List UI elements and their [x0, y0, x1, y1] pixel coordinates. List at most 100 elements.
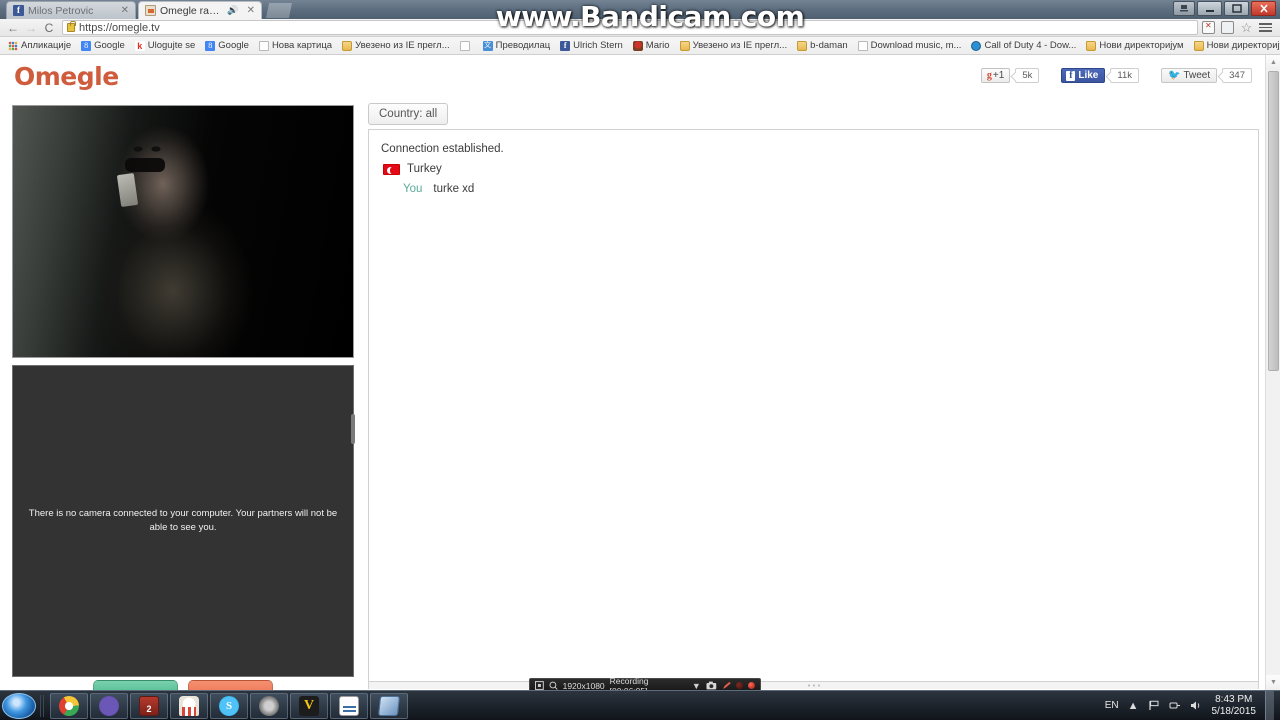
bookmark-label: Google [218, 40, 249, 51]
windows-taskbar: S V EN ▲ [0, 690, 1280, 720]
google-icon: 8 [81, 40, 92, 51]
lock-icon [67, 21, 76, 32]
scroll-up-arrow[interactable]: ▲ [1266, 55, 1280, 70]
taskbar-item-skype[interactable]: S [210, 692, 248, 719]
taskbar-item-media-app[interactable] [250, 692, 288, 719]
tweet-button[interactable]: 🐦 Tweet [1161, 68, 1218, 83]
page-scrollbar[interactable]: ▲ ▼ [1265, 55, 1280, 690]
bookmark-label: Mario [645, 40, 670, 51]
chevron-down-icon[interactable]: ▼ [692, 681, 701, 691]
taskbar-item-bittorrent[interactable] [90, 692, 128, 719]
folder-icon [679, 40, 690, 51]
bookmark-uvezeno-ie-2[interactable]: Увезено из IE прегл... [676, 39, 792, 52]
omegle-logo[interactable]: Omegle [14, 62, 119, 91]
close-icon [1259, 4, 1268, 13]
camera-icon[interactable] [706, 681, 717, 690]
chat-resize-handle[interactable] [368, 682, 1259, 689]
show-hidden-icons-arrow[interactable]: ▲ [1128, 700, 1139, 712]
minimize-button[interactable] [1197, 1, 1222, 16]
address-bar[interactable]: https://omegle.tv [62, 20, 1198, 35]
tab-milos-petrovic[interactable]: f Milos Petrovic ✕ [6, 1, 136, 19]
taskbar-item-game-app[interactable] [130, 692, 168, 719]
stranger-video [12, 105, 354, 358]
network-icon[interactable] [1169, 700, 1181, 711]
bookmark-label: Download music, m... [870, 40, 962, 51]
taskbar-item-chrome[interactable] [50, 692, 88, 719]
back-button[interactable]: ← [4, 21, 22, 35]
tab-title: Milos Petrovic [28, 4, 94, 17]
chat-action-buttons: next stop [12, 680, 354, 690]
bookmark-google-2[interactable]: 8 Google [201, 39, 253, 52]
taskbar-item-popcorn-time[interactable] [170, 692, 208, 719]
volume-icon[interactable] [1190, 700, 1203, 711]
record-icon[interactable] [748, 682, 755, 689]
bookmark-b-daman[interactable]: b-daman [793, 39, 852, 52]
show-desktop-button[interactable] [1265, 690, 1274, 720]
bookmark-ulrich-stern[interactable]: f Ulrich Stern [556, 39, 627, 52]
new-tab-button[interactable] [266, 3, 292, 18]
bookmark-label: Call of Duty 4 - Dow... [984, 40, 1077, 51]
google-plus-one-button[interactable]: g +1 [980, 68, 1011, 83]
tray-language[interactable]: EN [1105, 700, 1119, 711]
turkey-flag-icon [383, 163, 400, 175]
v-icon: V [299, 695, 319, 716]
stop-button[interactable]: stop [188, 680, 273, 690]
bookmark-label: Ulogujte se [147, 40, 196, 51]
forward-button[interactable]: → [22, 21, 40, 35]
taskbar-clock[interactable]: 8:43 PM 5/18/2015 [1212, 694, 1257, 718]
grey-disc-icon [259, 695, 279, 716]
apps-icon[interactable] [1221, 21, 1234, 34]
tab-omegle-random-chat[interactable]: Omegle random chat 🔊 ✕ [138, 1, 262, 19]
bookmark-prevodilac[interactable]: 文 Преводилац [479, 39, 555, 52]
country-filter-button[interactable]: Country: all [368, 103, 449, 125]
magnifier-icon[interactable] [549, 681, 558, 690]
message-text: turke xd [433, 183, 475, 195]
self-panel-scroll-handle[interactable] [351, 414, 355, 444]
bookmark-call-of-duty[interactable]: Call of Duty 4 - Dow... [967, 39, 1080, 52]
scroll-down-arrow[interactable]: ▼ [1266, 675, 1280, 690]
facebook-like-button[interactable]: f Like [1061, 68, 1106, 83]
clock-time: 8:43 PM [1215, 693, 1253, 705]
next-button[interactable]: next [93, 680, 178, 690]
extension-icon[interactable] [1202, 21, 1215, 34]
target-icon[interactable] [535, 681, 544, 690]
pen-icon[interactable] [722, 681, 732, 690]
taskbar-item-notes-app[interactable] [370, 692, 408, 719]
stranger-country-label: Turkey [407, 163, 442, 175]
bookmark-google-1[interactable]: 8 Google [77, 39, 129, 52]
bookmark-uvezeno-ie-1[interactable]: Увезено из IE прегл... [338, 39, 454, 52]
stranger-video-frame [13, 106, 353, 357]
bookmark-mario[interactable]: Mario [629, 39, 674, 52]
minimize-icon [1205, 10, 1214, 12]
reload-button[interactable]: C [40, 21, 58, 35]
bookmark-novi-direktorijum-2[interactable]: Нови директоријум [1190, 39, 1280, 52]
taskbar-item-vlc[interactable]: V [290, 692, 328, 719]
tab-close-icon[interactable]: ✕ [116, 5, 129, 16]
tab-strip: f Milos Petrovic ✕ Omegle random chat 🔊 … [0, 0, 1280, 19]
bookmark-label: Увезено из IE прегл... [355, 40, 450, 51]
menu-icon[interactable] [1259, 21, 1272, 34]
pause-record-icon[interactable] [736, 682, 744, 689]
tab-audio-icon[interactable]: 🔊 [223, 5, 238, 16]
maximize-button[interactable] [1224, 1, 1249, 16]
bookmark-apps[interactable]: Апликације [4, 39, 75, 52]
pin-window-button[interactable] [1173, 1, 1195, 16]
bookmark-label: Нови директоријум [1206, 40, 1280, 51]
tab-close-icon[interactable]: ✕ [242, 5, 255, 16]
page-viewport: Omegle g +1 5k f Like 11k 🐦 Tweet 347 Th… [0, 55, 1280, 690]
video-object [116, 172, 139, 208]
bookmark-blank[interactable] [456, 40, 477, 52]
bookmark-nova-kartica[interactable]: Нова картица [255, 39, 336, 52]
bookmark-star-icon[interactable]: ☆ [1240, 21, 1253, 34]
scrollbar-thumb[interactable] [1268, 71, 1279, 371]
bookmark-ulogujte-se[interactable]: k Ulogujte se [131, 39, 200, 52]
bookmark-novi-direktorijum-1[interactable]: Нови директоријум [1082, 39, 1187, 52]
tweet-count: 347 [1222, 68, 1252, 83]
page-icon [857, 40, 868, 51]
start-button[interactable] [2, 692, 36, 719]
taskbar-item-calendar-app[interactable] [330, 692, 368, 719]
bookmark-download-music[interactable]: Download music, m... [854, 39, 966, 52]
close-window-button[interactable] [1251, 1, 1276, 16]
flag-icon[interactable] [1148, 700, 1160, 711]
social-buttons: g +1 5k f Like 11k 🐦 Tweet 347 [980, 68, 1252, 83]
